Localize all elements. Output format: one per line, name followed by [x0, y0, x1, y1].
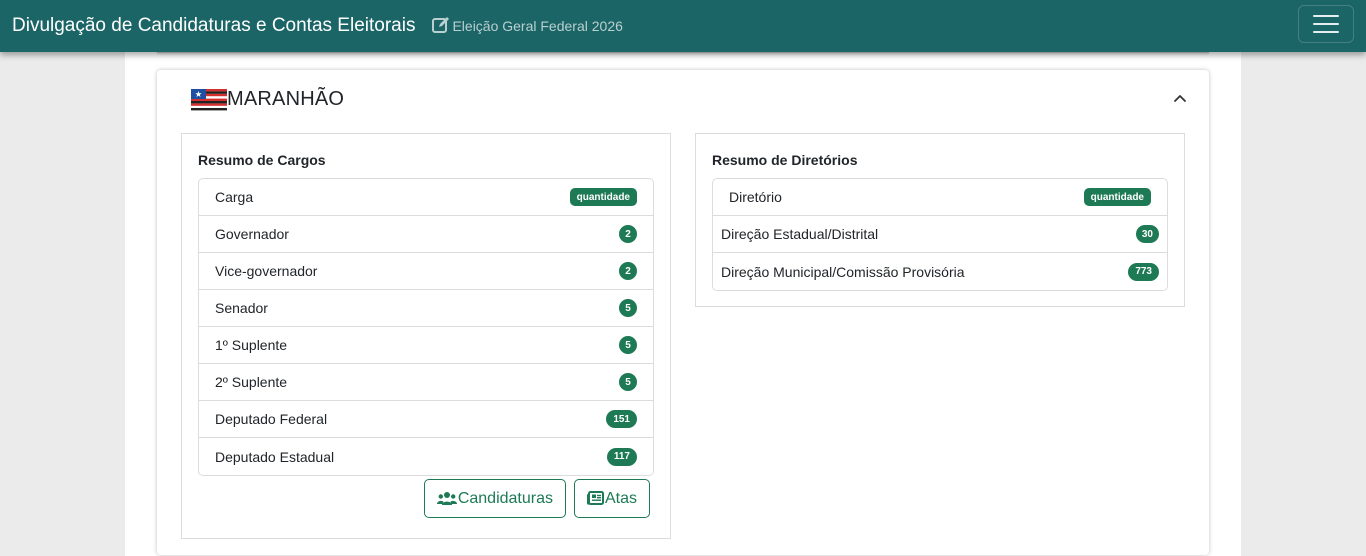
count-badge: 2	[619, 262, 637, 280]
list-item: Direção Estadual/Distrital 30	[713, 216, 1167, 253]
count-badge: 5	[619, 373, 637, 391]
cargos-header-row: Carga quantidade	[199, 179, 653, 216]
state-card-header[interactable]: MARANHÃO	[157, 70, 1209, 128]
cargos-list: Carga quantidade Governador 2 Vice-gover…	[198, 178, 654, 476]
cargos-header-label: Carga	[215, 189, 254, 205]
hamburger-menu-icon	[1313, 15, 1339, 17]
chevron-up-icon[interactable]	[1171, 90, 1189, 108]
cargo-label: 2º Suplente	[215, 374, 288, 390]
diretorios-header-row: Diretório quantidade	[713, 179, 1167, 216]
users-icon	[436, 491, 457, 505]
count-badge: 2	[619, 225, 637, 243]
count-badge: 151	[606, 410, 637, 428]
election-label: Eleição Geral Federal 2026	[452, 18, 623, 34]
maranhao-flag	[191, 86, 227, 112]
quantity-header-badge: quantidade	[569, 188, 637, 206]
main-container: MARANHÃO Resumo de Cargos Carga quantida…	[125, 44, 1241, 556]
site-title[interactable]: Divulgação de Candidaturas e Contas Elei…	[12, 15, 415, 37]
list-item: Deputado Estadual 117	[199, 438, 653, 475]
edit-icon	[432, 16, 450, 33]
cargo-label: Governador	[215, 226, 289, 242]
list-item: 2º Suplente 5	[199, 364, 653, 401]
cargos-actions: Candidaturas Atas	[423, 479, 650, 518]
atas-button[interactable]: Atas	[573, 479, 650, 518]
newspaper-icon	[586, 491, 604, 505]
list-item: Deputado Federal 151	[199, 401, 653, 438]
list-item: Direção Municipal/Comissão Provisória 77…	[713, 253, 1167, 290]
count-badge: 773	[1128, 262, 1159, 281]
diretorios-list: Diretório quantidade Direção Estadual/Di…	[712, 178, 1168, 291]
state-card: MARANHÃO Resumo de Cargos Carga quantida…	[157, 70, 1209, 555]
atas-label: Atas	[604, 489, 637, 507]
list-item: Governador 2	[199, 216, 653, 253]
diretorios-panel-title: Resumo de Diretórios	[712, 152, 858, 168]
diretorio-label: Direção Municipal/Comissão Provisória	[721, 263, 965, 280]
cargo-label: Deputado Estadual	[215, 448, 335, 465]
candidaturas-label: Candidaturas	[457, 489, 553, 507]
cargo-label: Vice-governador	[215, 263, 318, 279]
count-badge: 5	[619, 299, 637, 317]
state-title: MARANHÃO	[227, 87, 345, 110]
cargo-label: 1º Suplente	[215, 337, 288, 353]
menu-toggle-button[interactable]	[1298, 5, 1354, 43]
list-item: Senador 5	[199, 290, 653, 327]
cargo-label: Senador	[215, 300, 268, 316]
top-navbar: Divulgação de Candidaturas e Contas Elei…	[0, 0, 1366, 52]
diretorios-header-label: Diretório	[729, 189, 782, 205]
cargos-summary-panel: Resumo de Cargos Carga quantidade Govern…	[181, 133, 671, 539]
count-badge: 5	[619, 336, 637, 354]
count-badge: 30	[1135, 225, 1159, 243]
cargo-label: Deputado Federal	[215, 411, 328, 427]
diretorios-summary-panel: Resumo de Diretórios Diretório quantidad…	[695, 133, 1185, 307]
election-indicator[interactable]: Eleição Geral Federal 2026	[431, 16, 623, 35]
candidaturas-button[interactable]: Candidaturas	[423, 479, 566, 518]
cargos-panel-title: Resumo de Cargos	[198, 152, 326, 168]
count-badge: 117	[606, 447, 637, 466]
quantity-header-badge: quantidade	[1083, 188, 1151, 206]
list-item: 1º Suplente 5	[199, 327, 653, 364]
list-item: Vice-governador 2	[199, 253, 653, 290]
diretorio-label: Direção Estadual/Distrital	[721, 226, 879, 242]
